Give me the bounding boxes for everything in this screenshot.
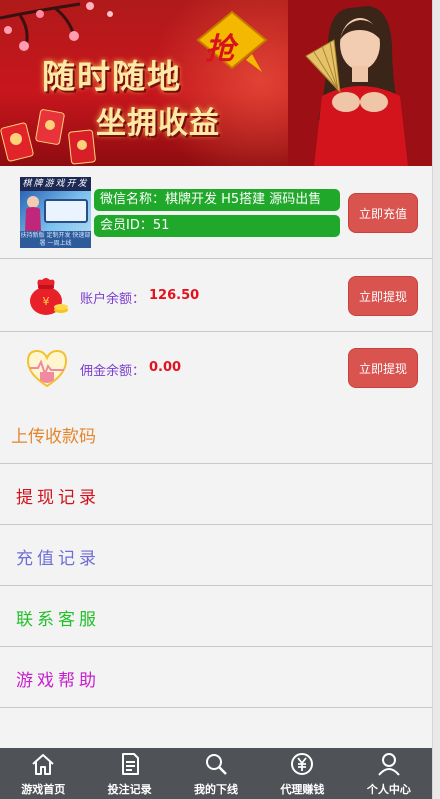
thumbnail-character	[25, 196, 41, 231]
account-balance-value: 126.50	[149, 288, 200, 303]
wechat-name: 微信名称：棋牌开发 H5搭建 源码出售	[94, 189, 340, 211]
account-balance-label: 账户余额：	[80, 292, 146, 307]
bottom-nav: 游戏首页 投注记录 我的下线 代理赚钱 个人中心	[0, 748, 432, 799]
menu-upload-payment-code[interactable]: 上传收款码	[0, 403, 432, 464]
member-id: 会员ID：51	[94, 215, 340, 237]
nav-personal-center[interactable]: 个人中心	[346, 748, 432, 799]
menu-item-label: 游戏帮助	[16, 671, 100, 691]
nav-label: 我的下线	[194, 783, 239, 796]
menu-withdraw-records[interactable]: 提现记录	[0, 464, 432, 525]
account-balance-row: ¥ 账户余额： 126.50 立即提现	[0, 260, 432, 332]
thumbnail-title: 棋牌游戏开发	[20, 177, 91, 191]
menu-item-label: 联系客服	[16, 610, 100, 630]
nav-game-home[interactable]: 游戏首页	[0, 748, 86, 799]
nav-label: 游戏首页	[21, 783, 66, 796]
member-card: 棋牌游戏开发 扶持新版 定制开发 快速部署 一周上线 微信名称：棋牌开发 H5搭…	[0, 166, 432, 259]
nav-label: 投注记录	[107, 783, 152, 796]
menu-contact-support[interactable]: 联系客服	[0, 586, 432, 647]
model-illustration	[288, 0, 432, 166]
home-icon	[32, 754, 54, 775]
banner-headline-1: 随时随地	[42, 57, 182, 96]
commission-balance-label: 佣金余额：	[80, 364, 146, 379]
money-bag-icon: ¥	[30, 278, 68, 315]
nav-bet-records[interactable]: 投注记录	[86, 748, 172, 799]
red-envelopes-illustration	[0, 109, 96, 165]
scrollbar-track[interactable]	[432, 0, 440, 799]
commission-balance-value: 0.00	[149, 360, 182, 375]
account-withdraw-button[interactable]: 立即提现	[348, 276, 418, 316]
game-thumbnail: 棋牌游戏开发 扶持新版 定制开发 快速部署 一周上线	[20, 177, 91, 248]
heart-pulse-icon	[26, 349, 68, 388]
commission-balance-row: 佣金余额： 0.00 立即提现	[0, 332, 432, 404]
user-icon	[378, 753, 400, 776]
thumbnail-screen	[44, 199, 88, 223]
menu-item-label: 上传收款码	[11, 427, 96, 447]
thumbnail-caption: 扶持新版 定制开发 快速部署 一周上线	[20, 231, 91, 248]
recharge-button[interactable]: 立即充值	[348, 193, 418, 233]
search-icon	[206, 754, 227, 775]
commission-withdraw-button[interactable]: 立即提现	[348, 348, 418, 388]
menu-game-help[interactable]: 游戏帮助	[0, 647, 432, 708]
menu-item-label: 提现记录	[16, 488, 100, 508]
svg-text:¥: ¥	[43, 295, 50, 308]
document-icon	[121, 753, 139, 775]
nav-my-downline[interactable]: 我的下线	[173, 748, 259, 799]
grab-badge-text: 抢	[205, 32, 235, 67]
nav-agent-earn[interactable]: 代理赚钱	[259, 748, 345, 799]
yuan-icon	[291, 753, 314, 775]
list-spacer	[0, 708, 432, 748]
nav-label: 代理赚钱	[280, 783, 325, 796]
menu-recharge-records[interactable]: 充值记录	[0, 525, 432, 586]
menu-item-label: 充值记录	[16, 549, 100, 569]
nav-label: 个人中心	[366, 783, 411, 796]
promo-banner[interactable]: 抢 随时随地 坐拥收益	[0, 0, 432, 166]
